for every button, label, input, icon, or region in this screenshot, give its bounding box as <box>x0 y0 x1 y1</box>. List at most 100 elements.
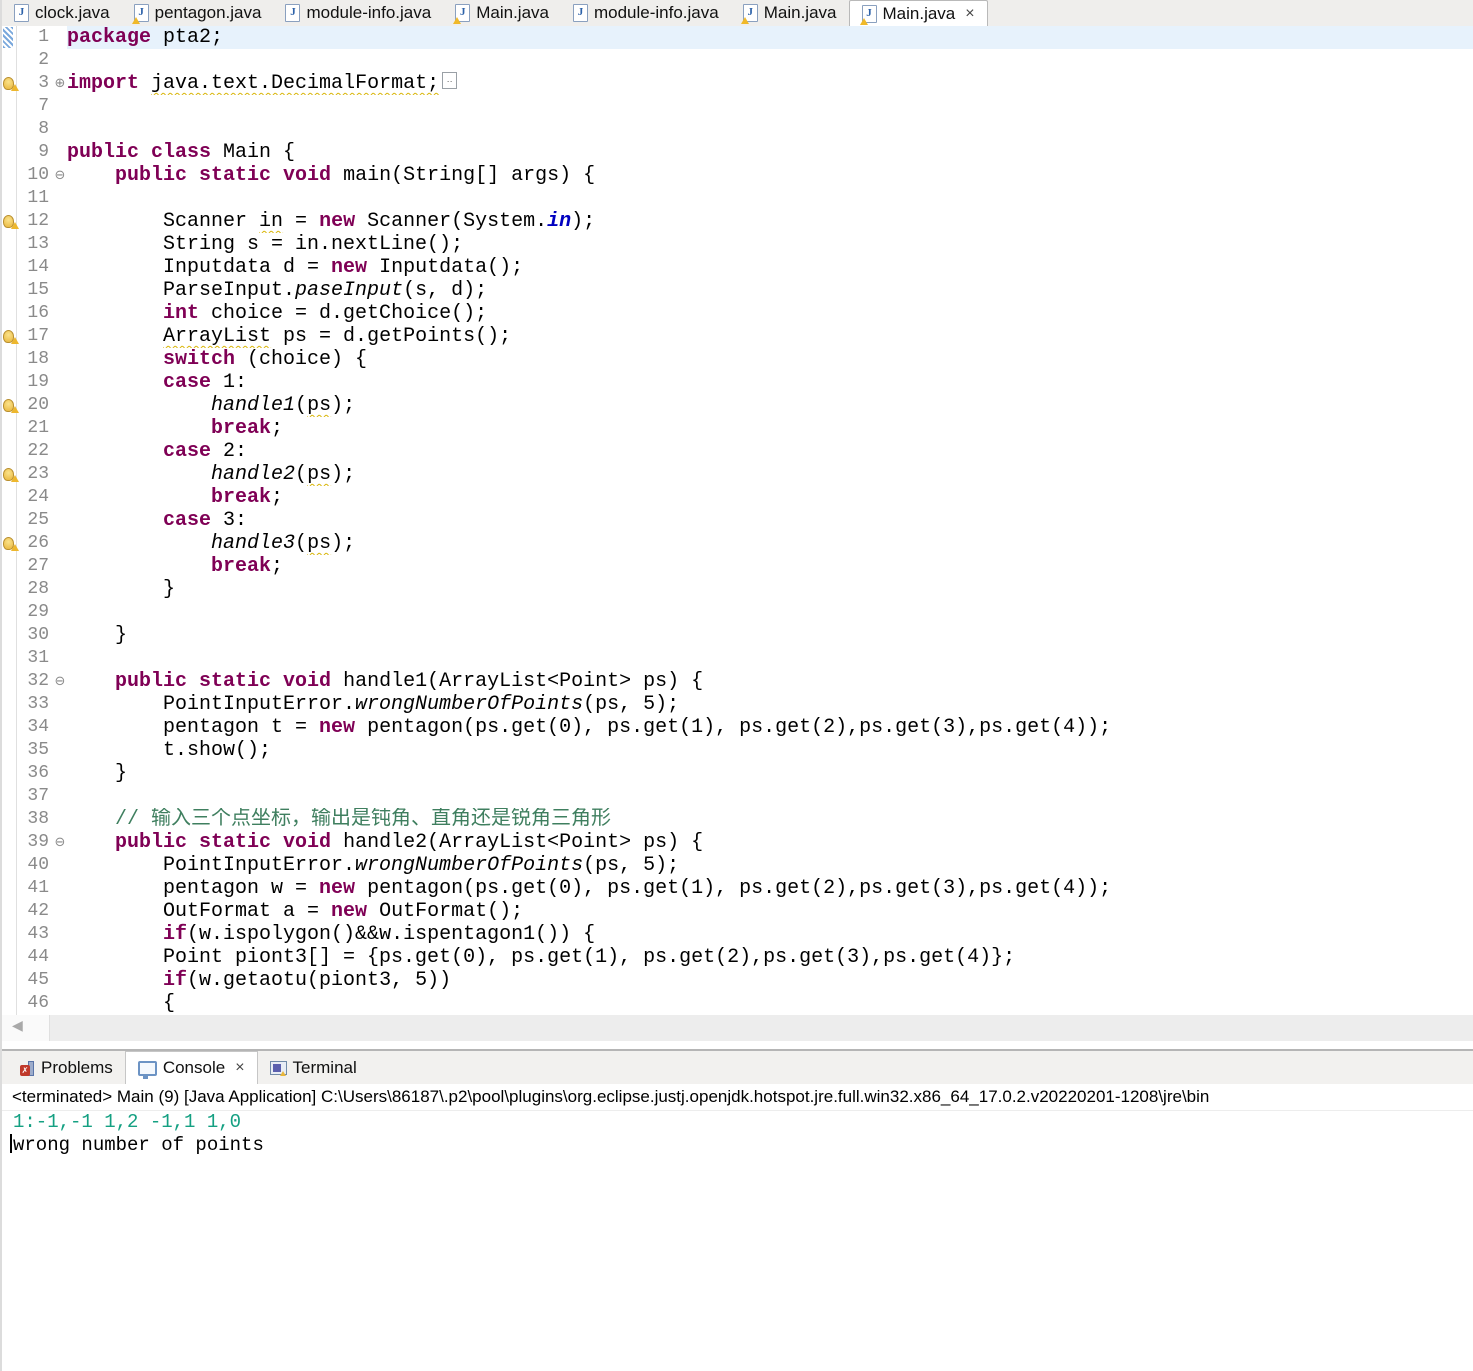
code-line[interactable]: } <box>67 578 1473 601</box>
code-line[interactable]: pentagon t = new pentagon(ps.get(0), ps.… <box>67 716 1473 739</box>
marker-gutter[interactable] <box>2 739 17 762</box>
marker-gutter[interactable] <box>2 946 17 969</box>
code-line[interactable]: int choice = d.getChoice(); <box>67 302 1473 325</box>
close-icon[interactable]: × <box>965 5 974 23</box>
marker-gutter[interactable] <box>2 118 17 141</box>
code-line[interactable] <box>67 187 1473 210</box>
marker-gutter[interactable] <box>2 647 17 670</box>
marker-gutter[interactable] <box>2 670 17 693</box>
fold-toggle-icon[interactable]: ⊖ <box>53 164 67 187</box>
code-line[interactable]: public static void handle1(ArrayList<Poi… <box>67 670 1473 693</box>
line-number[interactable]: 28 <box>17 578 53 601</box>
code-line[interactable] <box>67 785 1473 808</box>
code-line[interactable]: Point piont3[] = {ps.get(0), ps.get(1), … <box>67 946 1473 969</box>
marker-gutter[interactable] <box>2 256 17 279</box>
code-line[interactable] <box>67 601 1473 624</box>
warning-quickfix-icon[interactable] <box>3 468 19 482</box>
code-line[interactable]: String s = in.nextLine(); <box>67 233 1473 256</box>
marker-gutter[interactable] <box>2 785 17 808</box>
editor-horizontal-scrollbar[interactable]: ◀ <box>2 1015 1473 1041</box>
fold-toggle-icon[interactable]: ⊖ <box>53 831 67 854</box>
line-number[interactable]: 45 <box>17 969 53 992</box>
scroll-left-arrow[interactable]: ◀ <box>12 1018 23 1034</box>
marker-gutter[interactable] <box>2 325 19 348</box>
marker-gutter[interactable] <box>2 72 19 95</box>
marker-gutter[interactable] <box>2 992 17 1015</box>
marker-gutter[interactable] <box>2 693 17 716</box>
line-number[interactable]: 42 <box>17 900 53 923</box>
fold-toggle-icon[interactable]: ⊖ <box>53 670 67 693</box>
marker-gutter[interactable] <box>2 164 17 187</box>
marker-gutter[interactable] <box>2 279 17 302</box>
console-view[interactable]: <terminated> Main (9) [Java Application]… <box>2 1084 1473 1371</box>
code-line[interactable]: case 2: <box>67 440 1473 463</box>
code-line[interactable]: t.show(); <box>67 739 1473 762</box>
line-number[interactable]: 24 <box>17 486 53 509</box>
marker-gutter[interactable] <box>2 923 17 946</box>
warning-quickfix-icon[interactable] <box>3 399 19 413</box>
line-number[interactable]: 11 <box>17 187 53 210</box>
editor-tab-clock-java[interactable]: Jclock.java <box>2 0 122 26</box>
line-number[interactable]: 1 <box>17 26 53 49</box>
marker-gutter[interactable] <box>2 900 17 923</box>
code-line[interactable]: case 3: <box>67 509 1473 532</box>
editor-tab-module-info-java[interactable]: Jmodule-info.java <box>273 0 443 26</box>
marker-gutter[interactable] <box>2 969 17 992</box>
code-editor[interactable]: 1 package pta2; 2 3 ⊕ import java.text.Decima… <box>2 26 1473 1041</box>
line-number[interactable]: 9 <box>17 141 53 164</box>
warning-quickfix-icon[interactable] <box>3 77 19 91</box>
marker-gutter[interactable] <box>2 95 17 118</box>
code-line[interactable]: break; <box>67 417 1473 440</box>
line-number[interactable]: 40 <box>17 854 53 877</box>
code-line[interactable]: } <box>67 762 1473 785</box>
code-line[interactable]: if(w.ispolygon()&&w.ispentagon1()) { <box>67 923 1473 946</box>
marker-gutter[interactable] <box>2 486 17 509</box>
code-line[interactable]: break; <box>67 555 1473 578</box>
line-number[interactable]: 30 <box>17 624 53 647</box>
line-number[interactable]: 31 <box>17 647 53 670</box>
marker-gutter[interactable] <box>2 808 17 831</box>
marker-gutter[interactable] <box>2 394 19 417</box>
line-number[interactable]: 27 <box>17 555 53 578</box>
marker-gutter[interactable] <box>2 578 17 601</box>
view-tab-problems[interactable]: Problems <box>8 1051 125 1084</box>
line-number[interactable]: 23 <box>17 463 53 486</box>
line-number[interactable]: 41 <box>17 877 53 900</box>
marker-gutter[interactable] <box>2 463 19 486</box>
line-number[interactable]: 46 <box>17 992 53 1015</box>
code-line[interactable]: handle3(ps); <box>67 532 1473 555</box>
line-number[interactable]: 26 <box>17 532 53 555</box>
code-line[interactable]: break; <box>67 486 1473 509</box>
line-number[interactable]: 38 <box>17 808 53 831</box>
code-line[interactable]: ParseInput.paseInput(s, d); <box>67 279 1473 302</box>
line-number[interactable]: 16 <box>17 302 53 325</box>
code-area[interactable]: 1 package pta2; 2 3 ⊕ import java.text.Decima… <box>2 26 1473 1015</box>
code-line[interactable]: ArrayList ps = d.getPoints(); <box>67 325 1473 348</box>
marker-gutter[interactable] <box>2 141 17 164</box>
console-output-line[interactable]: wrong number of points <box>2 1134 1473 1157</box>
line-number[interactable]: 32 <box>17 670 53 693</box>
code-line[interactable]: Scanner in = new Scanner(System.in); <box>67 210 1473 233</box>
line-number[interactable]: 2 <box>17 49 53 72</box>
marker-gutter[interactable] <box>2 348 17 371</box>
console-input-line[interactable]: 1:-1,-1 1,2 -1,1 1,0 <box>2 1111 1473 1134</box>
marker-gutter[interactable] <box>2 302 17 325</box>
line-number[interactable]: 15 <box>17 279 53 302</box>
console-output-area[interactable]: 1:-1,-1 1,2 -1,1 1,0 wrong number of poin… <box>2 1111 1473 1157</box>
editor-tab-main-java[interactable]: J Main.java × <box>848 0 988 26</box>
marker-gutter[interactable] <box>2 233 17 256</box>
code-line[interactable]: PointInputError.wrongNumberOfPoints(ps, … <box>67 854 1473 877</box>
code-line[interactable]: PointInputError.wrongNumberOfPoints(ps, … <box>67 693 1473 716</box>
marker-gutter[interactable] <box>2 532 19 555</box>
marker-gutter[interactable] <box>2 417 17 440</box>
line-number[interactable]: 33 <box>17 693 53 716</box>
line-number[interactable]: 3 <box>17 72 53 95</box>
marker-gutter[interactable] <box>2 624 17 647</box>
code-line[interactable] <box>67 49 1473 72</box>
marker-gutter[interactable] <box>2 26 17 49</box>
code-line[interactable]: switch (choice) { <box>67 348 1473 371</box>
editor-tab-pentagon-java[interactable]: Jpentagon.java <box>122 0 274 26</box>
line-number[interactable]: 25 <box>17 509 53 532</box>
line-number[interactable]: 44 <box>17 946 53 969</box>
marker-gutter[interactable] <box>2 509 17 532</box>
